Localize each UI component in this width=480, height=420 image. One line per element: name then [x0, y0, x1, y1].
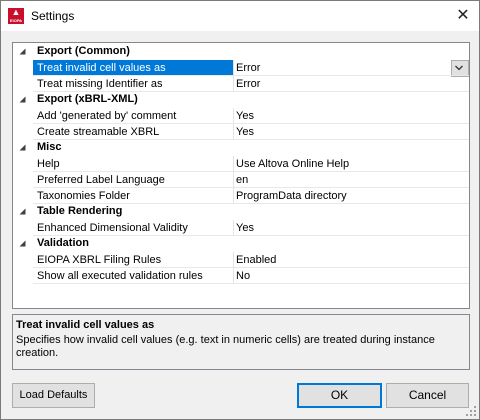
property-row[interactable]: Treat missing Identifier as Error	[13, 76, 469, 92]
property-name: Show all executed validation rules	[37, 270, 203, 282]
category-header[interactable]: Table Rendering	[13, 204, 469, 219]
column-divider	[233, 124, 234, 140]
property-value[interactable]: Enabled	[236, 254, 276, 266]
column-divider	[233, 60, 234, 76]
category-header[interactable]: Export (xBRL-XML)	[13, 92, 469, 107]
property-name: EIOPA XBRL Filing Rules	[37, 254, 162, 266]
property-row[interactable]: Treat invalid cell values as Error	[13, 60, 469, 77]
property-value[interactable]: Error	[236, 78, 260, 90]
column-divider	[233, 108, 234, 124]
cancel-button[interactable]: Cancel	[386, 383, 469, 408]
collapse-triangle-icon[interactable]	[18, 143, 27, 152]
collapse-triangle-icon[interactable]	[18, 47, 27, 56]
property-row[interactable]: Add 'generated by' comment Yes	[13, 108, 469, 124]
row-divider	[33, 283, 469, 284]
resize-grip-icon[interactable]	[465, 405, 477, 417]
property-value[interactable]: Yes	[236, 126, 254, 138]
app-logo-icon: ▲ EIOPA	[8, 7, 24, 24]
category-label: Export (xBRL-XML)	[37, 93, 138, 105]
property-value[interactable]: Use Altova Online Help	[236, 158, 349, 170]
property-row[interactable]: Show all executed validation rules No	[13, 268, 469, 284]
close-button[interactable]: ✕	[447, 1, 479, 31]
property-value[interactable]: Yes	[236, 110, 254, 122]
property-value[interactable]: en	[236, 174, 248, 186]
description-text: Specifies how invalid cell values (e.g. …	[16, 334, 435, 359]
title-bar: ▲ EIOPA Settings ✕	[1, 1, 479, 31]
property-name: Help	[37, 158, 60, 170]
property-name: Enhanced Dimensional Validity	[37, 222, 188, 234]
collapse-triangle-icon[interactable]	[18, 207, 27, 216]
property-name: Taxonomies Folder	[37, 190, 130, 202]
category-label: Export (Common)	[37, 45, 130, 57]
property-grid[interactable]: Export (Common) Treat invalid cell values…	[12, 42, 470, 309]
property-row[interactable]: EIOPA XBRL Filing Rules Enabled	[13, 252, 469, 268]
property-name: Treat missing Identifier as	[37, 78, 163, 90]
property-name: Treat invalid cell values as	[37, 62, 166, 74]
property-value[interactable]: Error	[236, 62, 260, 74]
collapse-triangle-icon[interactable]	[18, 95, 27, 104]
column-divider	[233, 188, 234, 204]
window-title: Settings	[31, 9, 75, 23]
close-icon: ✕	[456, 7, 470, 24]
column-divider	[233, 220, 234, 236]
category-header[interactable]: Export (Common)	[13, 44, 469, 59]
load-defaults-button[interactable]: Load Defaults	[12, 383, 95, 408]
property-name: Preferred Label Language	[37, 174, 165, 186]
property-row[interactable]: Enhanced Dimensional Validity Yes	[13, 220, 469, 236]
property-row[interactable]: Taxonomies Folder ProgramData directory	[13, 188, 469, 204]
property-name: Create streamable XBRL	[37, 126, 160, 138]
category-label: Table Rendering	[37, 205, 123, 217]
column-divider	[233, 172, 234, 188]
column-divider	[233, 76, 234, 92]
property-value[interactable]: ProgramData directory	[236, 190, 347, 202]
category-header[interactable]: Validation	[13, 236, 469, 251]
property-value[interactable]: No	[236, 270, 250, 282]
collapse-triangle-icon[interactable]	[18, 239, 27, 248]
column-divider	[233, 252, 234, 268]
description-title: Treat invalid cell values as	[16, 319, 155, 331]
category-label: Misc	[37, 141, 62, 153]
property-row[interactable]: Create streamable XBRL Yes	[13, 124, 469, 140]
description-panel: Treat invalid cell values as Specifies h…	[12, 314, 470, 370]
property-row[interactable]: Help Use Altova Online Help	[13, 156, 469, 172]
property-row[interactable]: Preferred Label Language en	[13, 172, 469, 188]
column-divider	[233, 268, 234, 284]
property-name: Add 'generated by' comment	[37, 110, 177, 122]
chevron-down-icon	[455, 65, 463, 71]
ok-button[interactable]: OK	[297, 383, 382, 408]
settings-dialog: ▲ EIOPA Settings ✕ Export (Common) Treat i…	[0, 0, 480, 420]
category-label: Validation	[37, 237, 89, 249]
category-header[interactable]: Misc	[13, 140, 469, 155]
column-divider	[233, 156, 234, 172]
property-value[interactable]: Yes	[236, 222, 254, 234]
